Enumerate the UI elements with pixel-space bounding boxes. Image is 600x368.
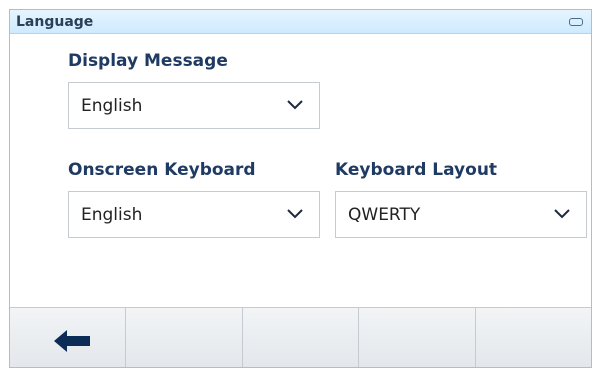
softkey-5[interactable]	[476, 308, 591, 367]
display-message-dropdown[interactable]: English	[68, 82, 320, 129]
display-message-value: English	[81, 96, 143, 116]
keyboard-layout-dropdown[interactable]: QWERTY	[335, 191, 587, 238]
window-restore-icon[interactable]	[569, 18, 583, 26]
onscreen-keyboard-value: English	[81, 205, 143, 225]
softkey-4[interactable]	[359, 308, 476, 367]
chevron-down-icon	[287, 209, 303, 219]
softkey-bar	[10, 307, 591, 367]
keyboard-layout-value: QWERTY	[348, 205, 421, 225]
language-window: Language Display Message English Onscree…	[9, 9, 592, 368]
window-title: Language	[16, 14, 94, 30]
softkey-2[interactable]	[126, 308, 243, 367]
onscreen-keyboard-dropdown[interactable]: English	[68, 191, 320, 238]
title-bar: Language	[10, 10, 591, 34]
keyboard-layout-label: Keyboard Layout	[335, 160, 498, 180]
softkey-3[interactable]	[243, 308, 360, 367]
back-softkey[interactable]	[10, 308, 127, 367]
chevron-down-icon	[287, 100, 303, 110]
display-message-label: Display Message	[68, 51, 228, 71]
onscreen-keyboard-label: Onscreen Keyboard	[68, 160, 256, 180]
back-arrow-icon	[54, 330, 90, 352]
chevron-down-icon	[554, 209, 570, 219]
